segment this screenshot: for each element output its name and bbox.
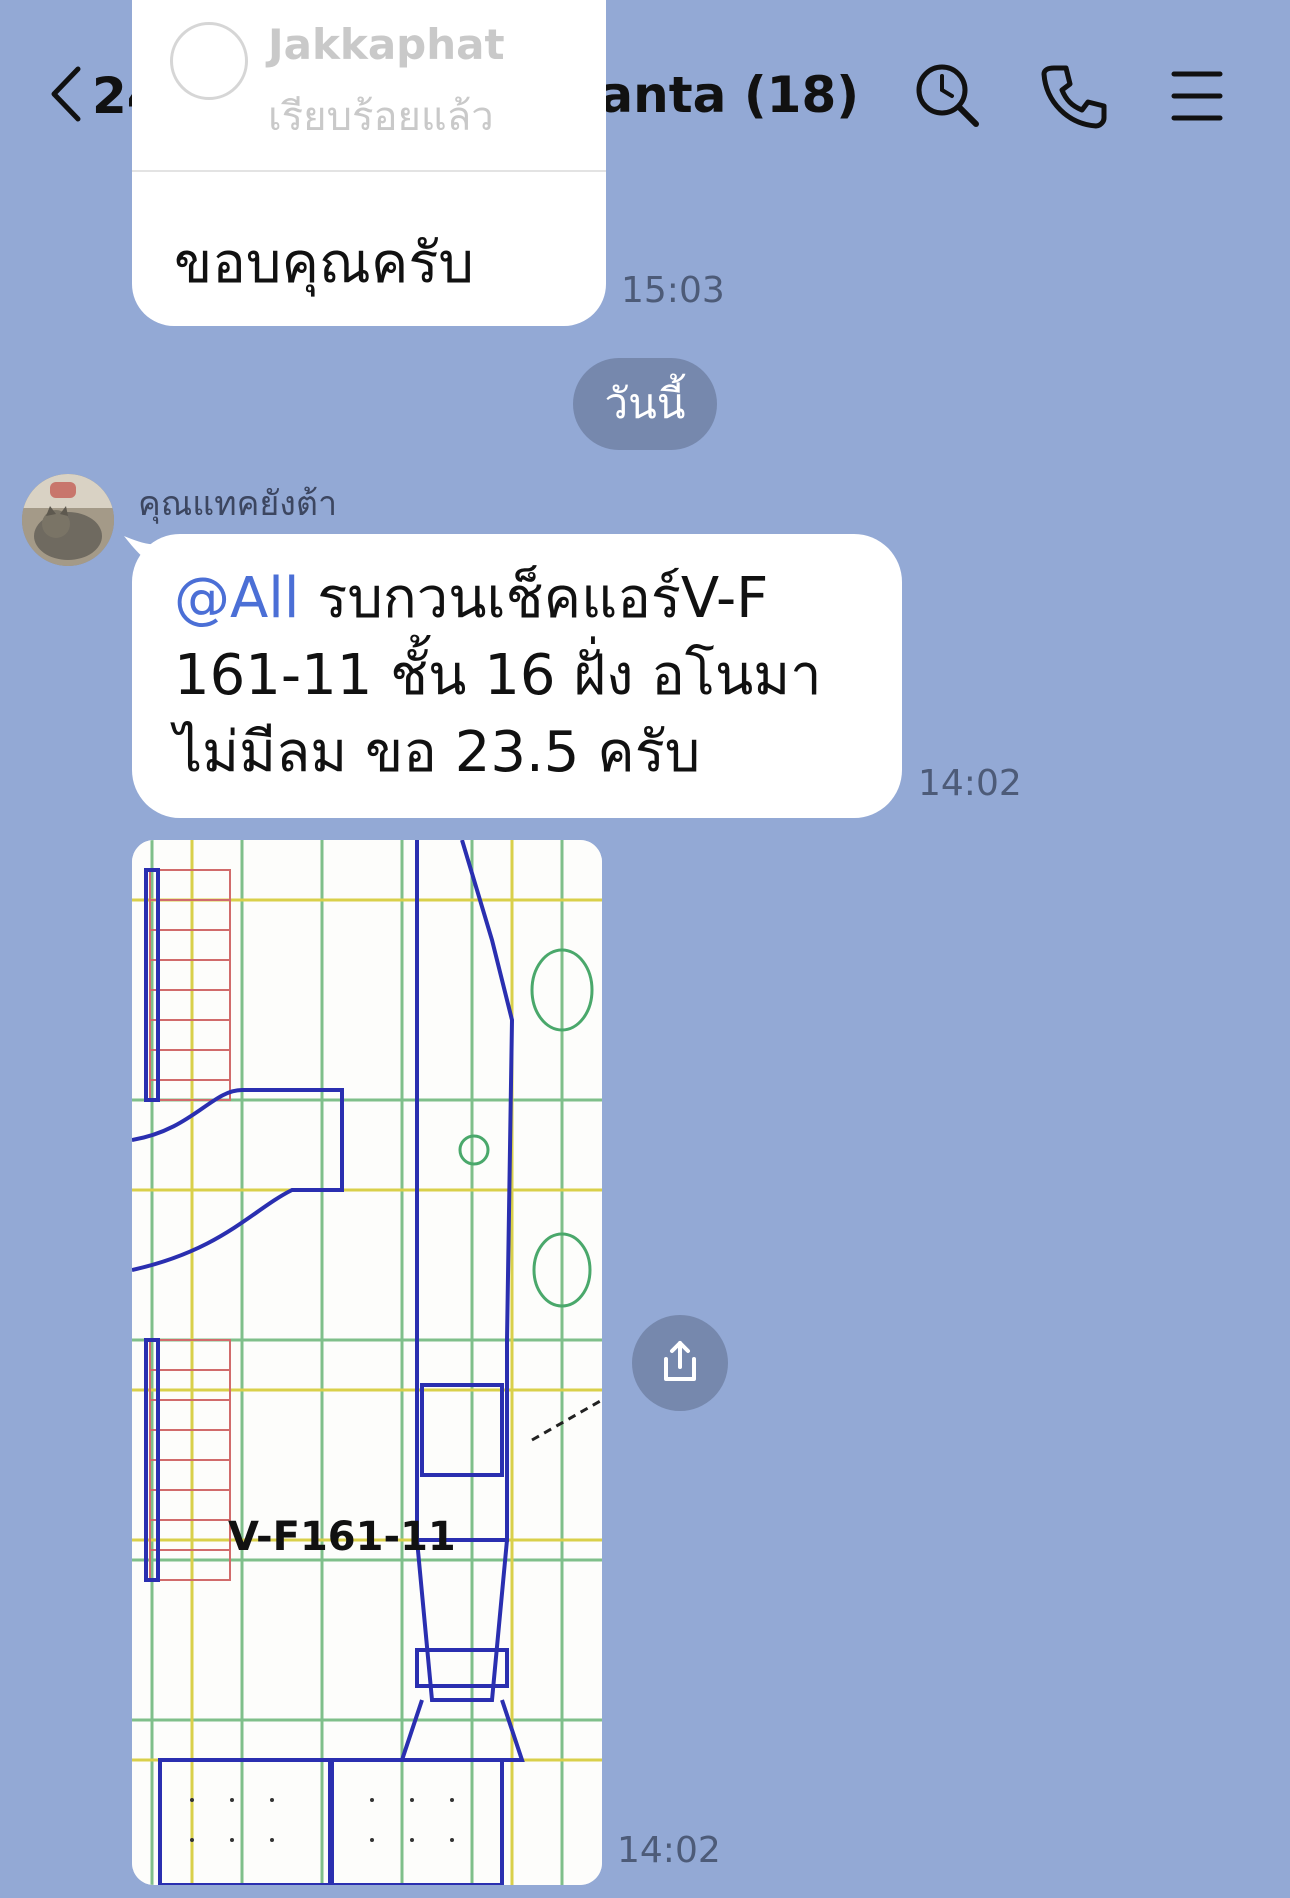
sender-name: คุณแทคยังต้า xyxy=(138,484,338,524)
share-icon xyxy=(656,1337,704,1389)
phone-icon[interactable] xyxy=(1038,60,1110,132)
floor-plan-image: V-F161-11 xyxy=(132,840,602,1885)
message-time: 14:02 xyxy=(918,763,1022,804)
quoted-sender-name: Jakkaphat xyxy=(268,20,505,69)
date-separator: วันนี้ xyxy=(573,358,717,450)
mention-all[interactable]: @All xyxy=(174,566,299,631)
share-button[interactable] xyxy=(632,1315,728,1411)
message-text: @All รบกวนเช็คแอร์V-F 161-11 ชั้น 16 ฝั่… xyxy=(174,560,884,791)
image-label: V-F161-11 xyxy=(228,1514,456,1560)
chevron-left-icon xyxy=(48,65,82,127)
message-time: 15:03 xyxy=(621,270,725,311)
quoted-avatar xyxy=(170,22,248,100)
message-text: ขอบคุณครับ xyxy=(174,231,474,296)
image-message[interactable]: V-F161-11 xyxy=(132,840,602,1885)
quoted-preview: เรียบร้อยแล้ว xyxy=(268,94,494,140)
search-clock-icon[interactable] xyxy=(912,60,984,132)
image-time: 14:02 xyxy=(617,1830,721,1871)
menu-icon[interactable] xyxy=(1160,60,1232,132)
message-line-1: รบกวนเช็คแอร์V-F xyxy=(299,566,769,631)
avatar[interactable] xyxy=(22,474,114,566)
message-line-3: ไม่มีลม ขอ 23.5 ครับ xyxy=(174,720,701,785)
message-line-2: 161-11 ชั้น 16 ฝั่ง อโนมา xyxy=(174,643,822,708)
